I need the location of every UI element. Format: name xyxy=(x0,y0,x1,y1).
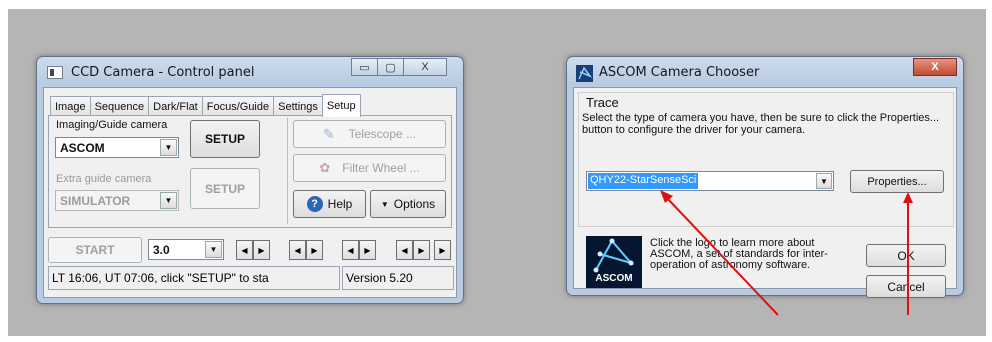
properties-button[interactable]: Properties... xyxy=(850,170,944,193)
arrow-left-icon[interactable]: ◀ xyxy=(289,240,306,260)
version-text: Version 5.20 xyxy=(342,266,454,290)
arrow-left-icon[interactable]: ◀ xyxy=(396,240,413,260)
telescope-label: Telescope ... xyxy=(348,127,417,141)
tab-image[interactable]: Image xyxy=(50,96,91,116)
telescope-button[interactable]: ✎ Telescope ... xyxy=(293,120,446,148)
options-label: Options xyxy=(393,197,436,211)
extra-camera-label: Extra guide camera xyxy=(56,173,152,185)
tab-focus-guide[interactable]: Focus/Guide xyxy=(201,96,275,116)
title-bar: ASCOM Camera Chooser X xyxy=(567,57,963,87)
filter-wheel-icon: ✿ xyxy=(319,160,331,175)
imaging-camera-label: Imaging/Guide camera xyxy=(56,119,168,131)
close-button[interactable]: X xyxy=(403,58,447,76)
tab-settings[interactable]: Settings xyxy=(273,96,323,116)
cancel-button[interactable]: Cancel xyxy=(866,275,946,298)
control-row: START 3.0 ▼ ◀ ▶ ◀ ▶ ◀ ▶ ◀ ▶ ▶ xyxy=(48,237,454,263)
extra-camera-select[interactable]: SIMULATOR ▼ xyxy=(55,190,179,211)
ok-button[interactable]: OK xyxy=(866,244,946,267)
maximize-icon: ▢ xyxy=(385,61,396,74)
ascom-chooser-window: ASCOM Camera Chooser X Trace Select the … xyxy=(566,56,964,298)
chevron-down-icon[interactable]: ▼ xyxy=(205,241,222,258)
chevron-down-icon[interactable]: ▼ xyxy=(160,139,177,156)
minimize-icon: ▭ xyxy=(359,61,370,74)
arrow-right-icon[interactable]: ▶ xyxy=(253,240,270,260)
extra-setup-button[interactable]: SETUP xyxy=(190,168,260,209)
close-button[interactable]: X xyxy=(913,58,957,76)
exposure-select[interactable]: 3.0 ▼ xyxy=(148,239,224,260)
close-icon: X xyxy=(931,61,939,73)
arrow-right-icon[interactable]: ▶ xyxy=(434,240,451,260)
arrow-right-icon[interactable]: ▶ xyxy=(359,240,376,260)
chevron-down-icon[interactable]: ▼ xyxy=(160,192,177,209)
minimize-button[interactable]: ▭ xyxy=(351,58,378,76)
tab-setup[interactable]: Setup xyxy=(321,94,361,117)
arrow-right-icon[interactable]: ▶ xyxy=(413,240,430,260)
filter-wheel-button[interactable]: ✿ Filter Wheel ... xyxy=(293,154,446,182)
app-icon xyxy=(47,66,63,79)
chevron-down-icon[interactable]: ▼ xyxy=(816,173,832,189)
logo-text: ASCOM xyxy=(595,273,633,284)
window-title: ASCOM Camera Chooser xyxy=(599,65,760,80)
title-bar: CCD Camera - Control panel ▭ ▢ X xyxy=(37,57,463,87)
camera-select[interactable]: QHY22-StarSenseSci ▼ xyxy=(586,171,834,191)
extra-camera-value: SIMULATOR xyxy=(60,194,131,208)
arrow-left-icon[interactable]: ◀ xyxy=(342,240,359,260)
exposure-value: 3.0 xyxy=(153,243,170,257)
ascom-logo[interactable]: ASCOM xyxy=(586,236,642,288)
imaging-setup-button[interactable]: SETUP xyxy=(190,120,260,158)
setup-tab-panel: Imaging/Guide camera ASCOM ▼ SETUP Extra… xyxy=(48,115,452,228)
tab-sequence[interactable]: Sequence xyxy=(89,96,150,116)
arrow-right-icon[interactable]: ▶ xyxy=(306,240,323,260)
trace-label[interactable]: Trace xyxy=(586,95,619,110)
options-button[interactable]: ▼ Options xyxy=(370,190,446,218)
tab-strip: Image Sequence Dark/Flat Focus/Guide Set… xyxy=(50,94,361,117)
start-button[interactable]: START xyxy=(48,237,142,263)
window-title: CCD Camera - Control panel xyxy=(71,65,255,80)
maximize-button[interactable]: ▢ xyxy=(377,58,404,76)
arrow-left-icon[interactable]: ◀ xyxy=(236,240,253,260)
filter-wheel-label: Filter Wheel ... xyxy=(342,161,420,175)
close-icon: X xyxy=(421,61,429,73)
panel-separator xyxy=(287,118,288,224)
help-label: Help xyxy=(327,197,353,211)
triangle-down-icon: ▼ xyxy=(380,199,389,209)
camera-select-value: QHY22-StarSenseSci xyxy=(588,173,699,189)
window-client-area: Image Sequence Dark/Flat Focus/Guide Set… xyxy=(43,87,457,298)
about-text: Click the logo to learn more about ASCOM… xyxy=(650,237,828,271)
instructions-text: Select the type of camera you have, then… xyxy=(582,112,940,136)
help-button[interactable]: ? Help xyxy=(293,190,366,218)
telescope-icon: ✎ xyxy=(322,125,335,142)
help-icon: ? xyxy=(306,196,323,212)
imaging-camera-value: ASCOM xyxy=(60,141,105,155)
imaging-camera-select[interactable]: ASCOM ▼ xyxy=(55,137,179,158)
status-text: LT 16:06, UT 07:06, click "SETUP" to sta xyxy=(48,266,340,290)
tab-dark-flat[interactable]: Dark/Flat xyxy=(148,96,203,116)
ccd-control-panel-window: CCD Camera - Control panel ▭ ▢ X Image S… xyxy=(36,56,464,304)
ascom-app-icon xyxy=(576,65,593,82)
window-client-area: Trace Select the type of camera you have… xyxy=(573,87,957,298)
